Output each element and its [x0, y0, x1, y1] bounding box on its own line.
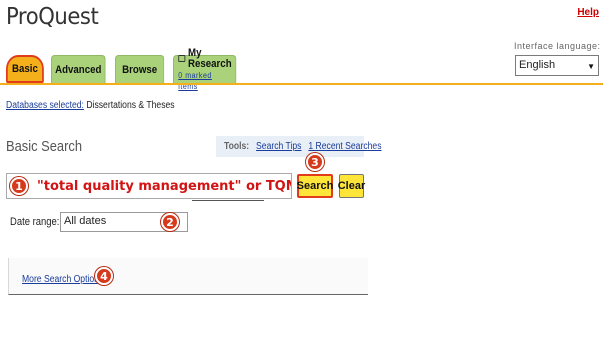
callout-badge-1: 1: [10, 177, 28, 195]
callout-badge-4: 4: [95, 267, 113, 285]
tab-browse-label: Browse: [122, 63, 158, 76]
tab-underline: [0, 83, 603, 85]
interface-language-label: Interface language:: [514, 41, 601, 51]
date-range-value: All dates: [64, 215, 107, 227]
tab-basic[interactable]: Basic: [6, 55, 44, 83]
callout-badge-2: 2: [161, 213, 179, 231]
tab-browse[interactable]: Browse: [115, 55, 165, 83]
interface-language-select[interactable]: English ▼: [515, 55, 599, 76]
page-title: Basic Search: [6, 138, 83, 155]
tab-advanced[interactable]: Advanced: [51, 55, 106, 83]
tools-bar: Tools: Search Tips 1 Recent Searches: [216, 136, 382, 157]
search-tips-link[interactable]: Search Tips: [256, 141, 301, 152]
databases-selected-value: Dissertations & Theses: [86, 100, 175, 111]
proquest-logo: ProQuest: [6, 4, 99, 30]
search-button[interactable]: Search: [297, 174, 333, 198]
databases-selected-line: Databases selected: Dissertations & Thes…: [6, 100, 175, 111]
dropdown-arrow-icon: ▼: [587, 62, 595, 71]
marked-items-link[interactable]: 0 marked items: [178, 70, 231, 92]
databases-selected-link[interactable]: Databases selected:: [6, 100, 84, 111]
callout-badge-3: 3: [306, 153, 324, 171]
folder-icon: [178, 55, 186, 62]
date-range-label: Date range:: [10, 216, 60, 228]
interface-language-value: English: [519, 59, 556, 71]
tab-my-research-label: My Research: [188, 46, 232, 70]
search-tabs: Basic Advanced Browse My Research 0 mark…: [6, 47, 245, 91]
search-input-underline: [192, 200, 264, 201]
tools-label: Tools:: [224, 141, 250, 152]
tab-advanced-label: Advanced: [55, 63, 102, 76]
tab-basic-label: Basic: [11, 63, 38, 75]
help-link[interactable]: Help: [577, 7, 599, 18]
tab-my-research[interactable]: My Research 0 marked items: [173, 47, 237, 91]
recent-searches-link[interactable]: 1 Recent Searches: [308, 141, 381, 152]
search-input[interactable]: "total quality management" or TQM: [6, 173, 292, 199]
more-search-options-link[interactable]: More Search Options: [22, 274, 103, 285]
clear-button[interactable]: Clear: [338, 174, 365, 198]
